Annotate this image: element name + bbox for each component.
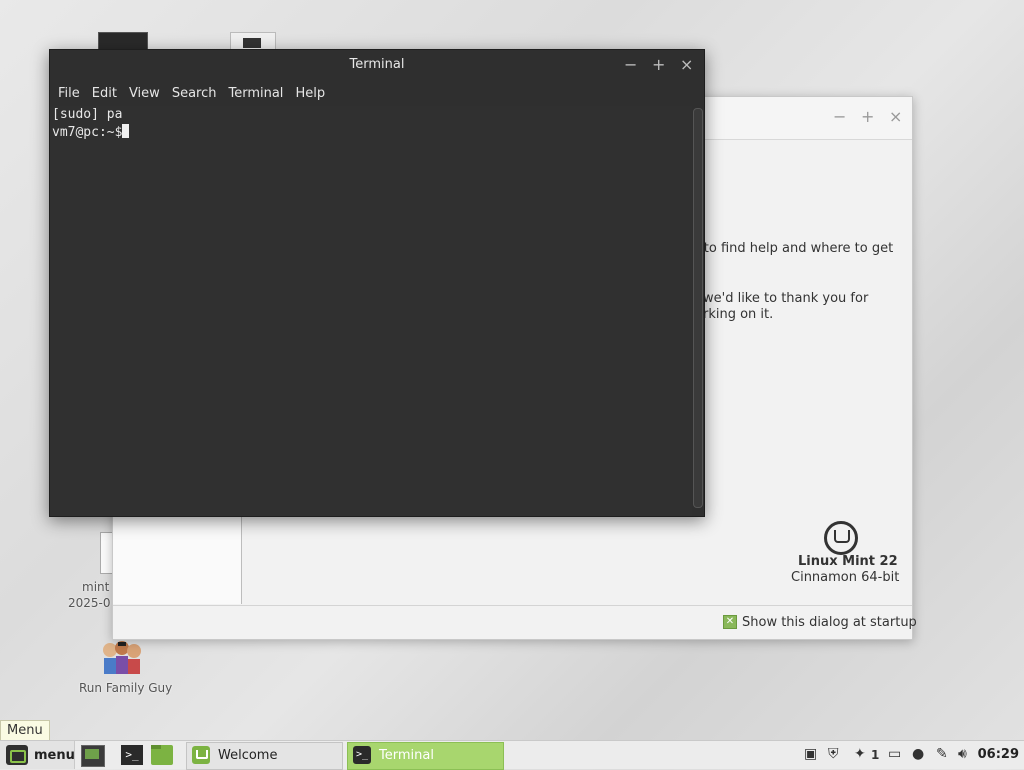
terminal-icon: >_ [353, 746, 371, 764]
terminal-scrollbar[interactable] [693, 108, 703, 508]
mint-menu-icon [6, 745, 28, 765]
menu-search[interactable]: Search [166, 86, 223, 101]
distro-edition: Cinnamon 64-bit [791, 570, 900, 585]
bottom-panel: menu >_ Welcome >_ Terminal ▣ ⛨ ✦ 1 ▭ ● … [0, 740, 1024, 770]
family-guy-label[interactable]: Run Family Guy [79, 681, 172, 695]
startup-checkbox-label[interactable]: Show this dialog at startup [742, 615, 917, 630]
mint-welcome-icon [192, 746, 210, 764]
display-icon[interactable]: ▭ [888, 746, 901, 762]
terminal-prompt-line: vm7@pc:~$ [52, 124, 690, 141]
linux-mint-logo-icon [824, 521, 858, 555]
startup-checkbox[interactable]: ✕ [723, 615, 737, 629]
close-icon[interactable]: × [889, 107, 902, 126]
network-icon[interactable]: ✎ [936, 746, 948, 762]
terminal-title: Terminal [349, 57, 405, 72]
desktop-file-label-1: mint [82, 580, 110, 594]
maximize-icon[interactable]: + [861, 107, 874, 126]
shield-icon[interactable]: ⛨ [828, 746, 839, 762]
menu-help[interactable]: Help [289, 86, 331, 101]
minimize-icon[interactable]: − [624, 55, 637, 74]
taskbar-item-welcome[interactable]: Welcome [186, 742, 343, 770]
desktop-file-label-2: 2025-0 [68, 596, 111, 610]
folder-arrow-icon [243, 38, 261, 48]
clipboard-icon[interactable]: ▣ [804, 746, 817, 762]
files-launcher-icon[interactable] [151, 745, 173, 765]
show-desktop-icon[interactable] [81, 745, 105, 767]
terminal-titlebar[interactable]: Terminal − + × [50, 50, 704, 80]
distro-name: Linux Mint 22 [798, 554, 898, 569]
welcome-text-line1: w to find help and where to get [689, 241, 894, 256]
welcome-text-line2: we'd like to thank you for [703, 291, 869, 306]
terminal-prompt: vm7@pc:~$ [52, 125, 123, 140]
text-cursor [122, 124, 130, 138]
terminal-window: Terminal − + × File Edit View Search Ter… [49, 49, 705, 517]
menu-edit[interactable]: Edit [86, 86, 123, 101]
family-guy-icon[interactable] [100, 640, 144, 676]
volume-icon[interactable]: 🔊︎ [958, 746, 967, 762]
welcome-text-line3: rking on it. [703, 307, 774, 322]
menu-button[interactable]: menu [0, 741, 75, 769]
terminal-output[interactable]: [sudo] pa vm7@pc:~$ [50, 106, 692, 516]
close-icon[interactable]: × [680, 55, 693, 74]
menu-file[interactable]: File [52, 86, 86, 101]
menu-tooltip: Menu [0, 720, 50, 741]
menu-terminal[interactable]: Terminal [222, 86, 289, 101]
menu-view[interactable]: View [123, 86, 166, 101]
terminal-menubar: File Edit View Search Terminal Help [50, 80, 704, 106]
terminal-launcher-icon[interactable]: >_ [121, 745, 143, 765]
update-icon[interactable]: ✦ [854, 746, 866, 762]
taskbar-item-label: Welcome [218, 748, 278, 763]
update-count: 1 [871, 748, 880, 762]
maximize-icon[interactable]: + [652, 55, 665, 74]
menu-button-label: menu [34, 748, 75, 763]
minimize-icon[interactable]: − [833, 107, 846, 126]
user-icon[interactable]: ● [912, 746, 924, 762]
taskbar-item-label: Terminal [379, 748, 434, 763]
clock[interactable]: 06:29 [978, 747, 1019, 762]
taskbar-item-terminal[interactable]: >_ Terminal [347, 742, 504, 770]
terminal-line: [sudo] pa [52, 107, 123, 122]
